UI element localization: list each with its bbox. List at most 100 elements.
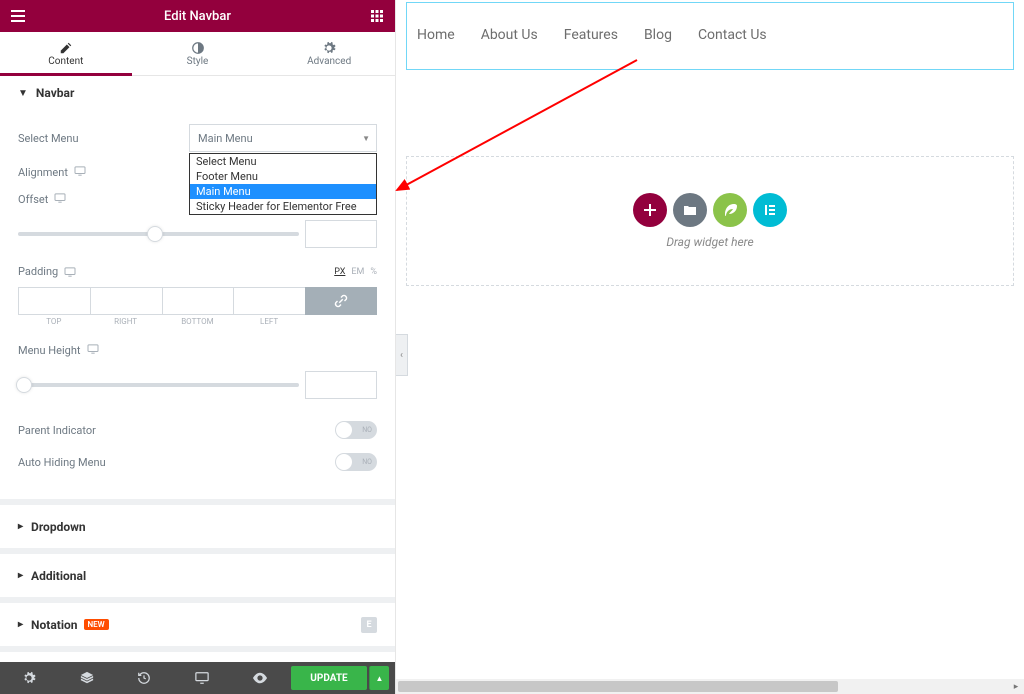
- field-padding: Padding PX EM %: [18, 262, 377, 326]
- section-title: Navbar: [36, 86, 74, 100]
- gear-icon: [22, 671, 36, 685]
- pad-label-top: TOP: [18, 315, 90, 326]
- responsive-icon[interactable]: [64, 262, 76, 281]
- field-auto-hiding: Auto Hiding Menu NO: [18, 453, 377, 471]
- tab-label: Advanced: [307, 56, 351, 67]
- select-menu-options: Select Menu Footer Menu Main Menu Sticky…: [189, 153, 377, 215]
- padding-left-input[interactable]: [233, 287, 305, 315]
- editor-panel: Edit Navbar Content Style Advanced ▼ Na: [0, 0, 396, 694]
- panel-tabs: Content Style Advanced: [0, 32, 395, 76]
- extension-icon: E: [361, 617, 377, 633]
- panel-footer: UPDATE ▲: [0, 662, 395, 694]
- desktop-icon: [195, 671, 209, 685]
- contrast-icon: [191, 41, 205, 55]
- tab-style[interactable]: Style: [132, 32, 264, 75]
- menu-height-input[interactable]: [305, 371, 377, 399]
- folder-icon: [683, 204, 697, 216]
- offset-input[interactable]: [305, 220, 377, 248]
- section-title: Notation: [31, 618, 77, 632]
- layers-icon: [80, 671, 94, 685]
- tab-label: Style: [187, 56, 209, 67]
- scroll-right-arrow[interactable]: ▸: [1008, 679, 1024, 694]
- widgets-grid-button[interactable]: [359, 0, 395, 32]
- envato-button[interactable]: [713, 193, 747, 227]
- field-label: Offset: [18, 193, 48, 206]
- unit-px[interactable]: PX: [334, 267, 345, 277]
- widget-drop-zone[interactable]: Drag widget here: [406, 156, 1014, 286]
- option-footer-menu[interactable]: Footer Menu: [190, 169, 376, 184]
- nav-item-contact[interactable]: Contact Us: [698, 27, 767, 43]
- section-navbar-header[interactable]: ▼ Navbar: [0, 76, 395, 110]
- parent-indicator-toggle[interactable]: NO: [335, 421, 377, 439]
- panel-scroll[interactable]: ▼ Navbar Select Menu Main Menu ▼ Select …: [0, 76, 395, 662]
- option-main-menu[interactable]: Main Menu: [190, 184, 376, 199]
- padding-top-input[interactable]: [18, 287, 90, 315]
- link-icon: [334, 294, 348, 308]
- caret-down-icon: ▼: [18, 88, 28, 99]
- unit-em[interactable]: EM: [351, 267, 364, 277]
- navbar-widget-preview[interactable]: Home About Us Features Blog Contact Us: [406, 2, 1014, 70]
- update-options-button[interactable]: ▲: [369, 666, 389, 690]
- menu-height-slider[interactable]: [18, 383, 299, 387]
- select-value: Main Menu: [198, 132, 253, 145]
- history-button[interactable]: [116, 671, 174, 685]
- section-title: Additional: [31, 569, 86, 583]
- padding-link-button[interactable]: [305, 287, 377, 315]
- field-label: Alignment: [18, 166, 68, 179]
- offset-slider[interactable]: [18, 232, 299, 236]
- preview-canvas: ‹ Home About Us Features Blog Contact Us…: [396, 0, 1024, 694]
- panel-header: Edit Navbar: [0, 0, 395, 32]
- nav-item-home[interactable]: Home: [417, 27, 455, 43]
- tab-label: Content: [48, 56, 83, 67]
- history-icon: [137, 671, 151, 685]
- plus-icon: [643, 203, 657, 217]
- chevron-down-icon: ▼: [362, 134, 370, 143]
- hamburger-menu-button[interactable]: [0, 0, 36, 32]
- field-label: Menu Height: [18, 344, 81, 357]
- preview-button[interactable]: [231, 671, 289, 685]
- pad-label-left: LEFT: [233, 315, 305, 326]
- panel-title: Edit Navbar: [36, 9, 359, 24]
- horizontal-scrollbar[interactable]: ◂ ▸: [396, 679, 1024, 694]
- section-notation[interactable]: ▸ Notation NEW E: [0, 603, 395, 646]
- tab-content[interactable]: Content: [0, 32, 132, 75]
- scrollbar-thumb[interactable]: [398, 681, 838, 692]
- responsive-icon[interactable]: [54, 193, 66, 206]
- tab-advanced[interactable]: Advanced: [263, 32, 395, 75]
- padding-right-input[interactable]: [90, 287, 162, 315]
- section-additional[interactable]: ▸ Additional: [0, 554, 395, 597]
- panel-collapse-handle[interactable]: ‹: [396, 334, 408, 376]
- nav-item-features[interactable]: Features: [564, 27, 618, 43]
- field-label: Select Menu: [18, 132, 79, 145]
- option-select-menu[interactable]: Select Menu: [190, 154, 376, 169]
- field-menu-height-label-row: Menu Height: [18, 344, 377, 357]
- eye-icon: [253, 671, 267, 685]
- option-sticky-header[interactable]: Sticky Header for Elementor Free: [190, 199, 376, 214]
- add-template-button[interactable]: [673, 193, 707, 227]
- drop-zone-text: Drag widget here: [407, 235, 1013, 249]
- gear-icon: [322, 41, 336, 55]
- nav-item-about[interactable]: About Us: [481, 27, 538, 43]
- nav-item-blog[interactable]: Blog: [644, 27, 672, 43]
- elementor-button[interactable]: [753, 193, 787, 227]
- new-badge: NEW: [84, 619, 109, 630]
- navigator-button[interactable]: [58, 671, 116, 685]
- unit-percent[interactable]: %: [370, 267, 377, 277]
- responsive-icon[interactable]: [87, 344, 99, 357]
- update-button[interactable]: UPDATE: [291, 666, 367, 690]
- leaf-icon: [723, 203, 737, 217]
- add-section-button[interactable]: [633, 193, 667, 227]
- responsive-button[interactable]: [173, 671, 231, 685]
- field-select-menu: Select Menu Main Menu ▼ Select Menu Foot…: [18, 124, 377, 152]
- section-dropdown[interactable]: ▸ Dropdown: [0, 505, 395, 548]
- section-sound-effects[interactable]: ▸ Sound Effects NEW E: [0, 652, 395, 662]
- padding-bottom-input[interactable]: [162, 287, 234, 315]
- select-menu-dropdown[interactable]: Main Menu ▼ Select Menu Footer Menu Main…: [189, 124, 377, 152]
- hamburger-icon: [11, 10, 25, 22]
- caret-up-icon: ▲: [376, 674, 384, 683]
- section-title: Dropdown: [31, 520, 86, 534]
- settings-button[interactable]: [0, 671, 58, 685]
- responsive-icon[interactable]: [74, 166, 86, 179]
- auto-hiding-toggle[interactable]: NO: [335, 453, 377, 471]
- caret-right-icon: ▸: [18, 619, 23, 630]
